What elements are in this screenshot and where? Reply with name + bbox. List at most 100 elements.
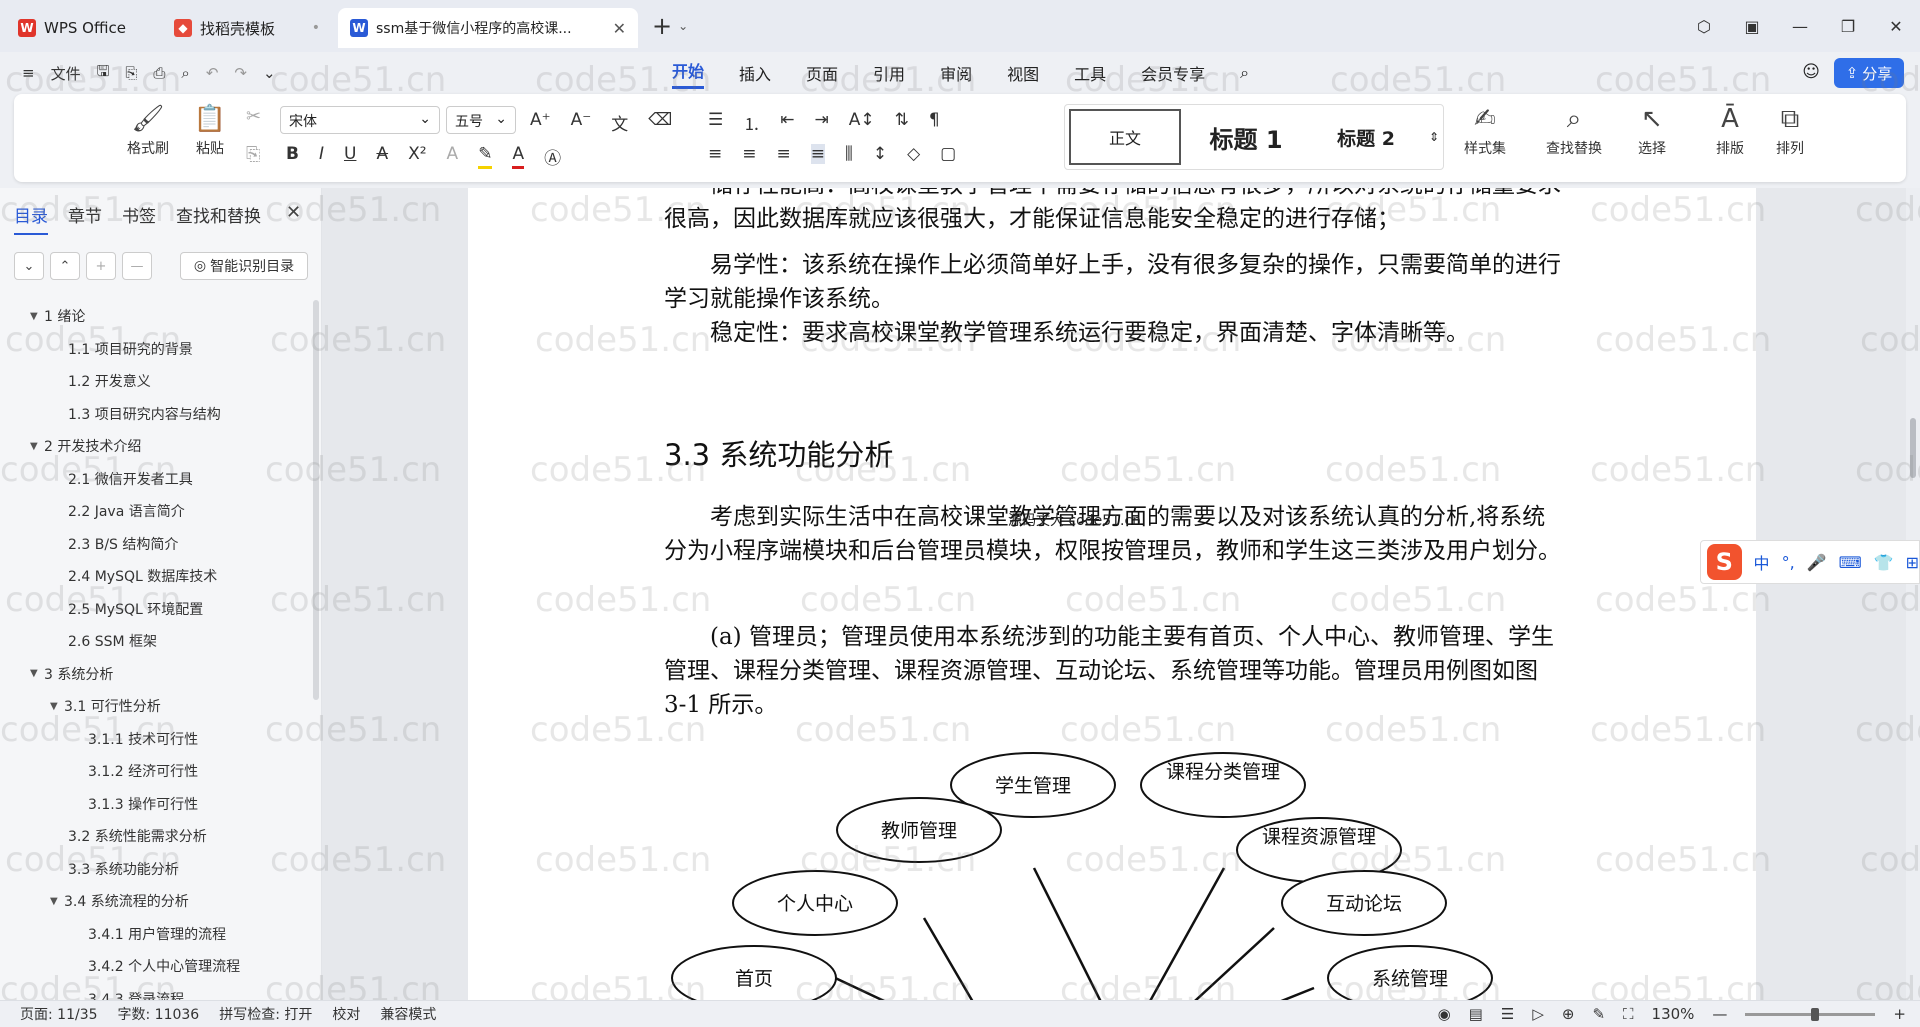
tab-tools[interactable]: 工具	[1074, 61, 1106, 85]
tab-view[interactable]: 视图	[1007, 61, 1039, 85]
expand-down-icon[interactable]: ⌄	[14, 252, 44, 280]
style-heading-2[interactable]: 标题 2	[1311, 124, 1421, 151]
word-count[interactable]: 字数: 11036	[118, 1004, 200, 1024]
toc-item[interactable]: ▼ 1 绪论	[0, 300, 318, 333]
superscript-icon[interactable]: X²	[408, 144, 426, 169]
bullet-list-icon[interactable]: ☰	[708, 110, 723, 135]
toc-item[interactable]: 3.2 系统性能需求分析	[0, 820, 318, 853]
paste-button[interactable]: 📋 粘贴	[180, 104, 240, 158]
clear-format-icon[interactable]: ⌫	[648, 110, 672, 135]
undo-icon[interactable]: ↶	[206, 64, 219, 82]
redo-icon[interactable]: ↷	[234, 64, 247, 82]
tab-bookmarks[interactable]: 书签	[122, 202, 156, 235]
microphone-icon[interactable]: 🎤	[1807, 553, 1827, 572]
align-right-icon[interactable]: ≡	[777, 144, 791, 164]
toc-item[interactable]: 3.4.1 用户管理的流程	[0, 918, 318, 951]
distribute-icon[interactable]: ⫼	[845, 144, 853, 164]
tab-review[interactable]: 审阅	[940, 61, 972, 85]
format-painter-button[interactable]: 🖌 格式刷	[118, 104, 178, 158]
pane-scrollbar[interactable]	[313, 300, 319, 700]
avatar[interactable]: ▣	[1728, 17, 1776, 36]
toc-item[interactable]: 2.3 B/S 结构简介	[0, 528, 318, 561]
cube-icon[interactable]: ⬡	[1680, 17, 1728, 36]
font-name-select[interactable]: 宋体 ⌄	[280, 106, 440, 134]
keyboard-icon[interactable]: ⌨	[1839, 553, 1862, 572]
align-center-icon[interactable]: ≡	[742, 144, 756, 164]
tab-wps-office[interactable]: W WPS Office	[6, 8, 156, 48]
text-direction-icon[interactable]: A↕	[849, 110, 875, 135]
tab-docer-templates[interactable]: ◆ 找稻壳模板 •	[162, 8, 332, 48]
page-view-icon[interactable]: ▤	[1469, 1005, 1483, 1023]
toc-item[interactable]: 1.2 开发意义	[0, 365, 318, 398]
toc-item[interactable]: ▼ 2 开发技术介绍	[0, 430, 318, 463]
skin-icon[interactable]: 👕	[1874, 553, 1894, 572]
close-pane-icon[interactable]: ✕	[286, 202, 301, 223]
tab-insert[interactable]: 插入	[739, 61, 771, 85]
shrink-font-icon[interactable]: A⁻	[571, 110, 592, 135]
toc-item[interactable]: 2.6 SSM 框架	[0, 625, 318, 658]
toc-item[interactable]: 1.1 项目研究的背景	[0, 333, 318, 366]
print-icon[interactable]: ⎙	[153, 64, 165, 82]
tab-toc[interactable]: 目录	[14, 202, 48, 235]
toc-item[interactable]: ▼ 3.4 系统流程的分析	[0, 885, 318, 918]
toc-item[interactable]: 2.2 Java 语言简介	[0, 495, 318, 528]
tab-page[interactable]: 页面	[806, 61, 838, 85]
style-set-button[interactable]: ✍ 样式集	[1450, 104, 1520, 158]
smart-toc-button[interactable]: ◎ 智能识别目录	[180, 252, 308, 280]
toc-item[interactable]: 2.4 MySQL 数据库技术	[0, 560, 318, 593]
font-size-select[interactable]: 五号 ⌄	[446, 106, 516, 134]
zoom-slider-knob[interactable]	[1811, 1007, 1820, 1021]
quick-access-dropdown-icon[interactable]: ⌄	[263, 64, 276, 82]
play-icon[interactable]: ▷	[1532, 1005, 1544, 1023]
outline-view-icon[interactable]: ☰	[1501, 1005, 1514, 1023]
document-page[interactable]: 储存性能高：高校课堂教学管理中需要存储的信息有很多，所以对系统的存储量要求很高，…	[468, 188, 1756, 1000]
expand-triangle-icon[interactable]: ▼	[30, 668, 44, 679]
pen-icon[interactable]: ✎	[1592, 1005, 1605, 1023]
style-normal[interactable]: 正文	[1069, 109, 1181, 165]
underline-icon[interactable]: U	[344, 144, 356, 169]
toc-item[interactable]: 1.3 项目研究内容与结构	[0, 398, 318, 431]
layout-button[interactable]: Ā 排版	[1702, 104, 1758, 158]
increase-indent-icon[interactable]: ⇥	[815, 110, 829, 135]
page-indicator[interactable]: 页面: 11/35	[20, 1004, 98, 1024]
proofread[interactable]: 校对	[332, 1004, 360, 1024]
ime-lang[interactable]: 中	[1754, 550, 1770, 574]
expand-triangle-icon[interactable]: ▼	[50, 896, 64, 907]
toc-item[interactable]: 3.4.2 个人中心管理流程	[0, 950, 318, 983]
tab-current-document[interactable]: W ssm基于微信小程序的高校课... ✕	[338, 8, 638, 48]
zoom-out-icon[interactable]: —	[1712, 1005, 1727, 1023]
shading-icon[interactable]: ◇	[907, 144, 920, 164]
chat-icon[interactable]: ☺	[1802, 62, 1820, 82]
file-menu[interactable]: 文件	[51, 63, 81, 84]
text-effect-icon[interactable]: A	[447, 144, 459, 169]
toc-item[interactable]: 2.1 微信开发者工具	[0, 463, 318, 496]
close-window-icon[interactable]: ✕	[1872, 17, 1920, 36]
eye-icon[interactable]: ◉	[1438, 1005, 1451, 1023]
show-marks-icon[interactable]: ¶	[929, 110, 940, 135]
tab-find-replace[interactable]: 查找和替换	[176, 202, 261, 235]
border-icon[interactable]: ▢	[940, 144, 956, 164]
search-icon[interactable]: ⌕	[1240, 63, 1249, 83]
decrease-indent-icon[interactable]: ⇤	[780, 110, 794, 135]
italic-icon[interactable]: I	[319, 144, 324, 169]
gallery-scroll-icon[interactable]: ⇕	[1429, 130, 1439, 144]
spell-check[interactable]: 拼写检查: 打开	[219, 1004, 312, 1024]
cut-icon[interactable]: ✂	[246, 106, 261, 127]
select-button[interactable]: ↖ 选择	[1622, 104, 1682, 158]
print-preview-icon[interactable]: ⌕	[181, 64, 189, 82]
expand-triangle-icon[interactable]: ▼	[30, 441, 44, 452]
save-icon[interactable]: 🖫	[97, 61, 110, 86]
expand-triangle-icon[interactable]: ▼	[50, 701, 64, 712]
document-scrollbar[interactable]	[1906, 188, 1920, 1000]
tab-chapters[interactable]: 章节	[68, 202, 102, 235]
strikethrough-icon[interactable]: A	[376, 144, 388, 169]
zoom-level[interactable]: 130%	[1652, 1005, 1695, 1023]
scrollbar-thumb[interactable]	[1910, 418, 1916, 478]
new-tab-icon[interactable]: +	[652, 12, 672, 40]
export-icon[interactable]: ⎘	[125, 64, 137, 82]
restore-icon[interactable]: ❐	[1824, 17, 1872, 36]
toc-item[interactable]: 3.1.1 技术可行性	[0, 723, 318, 756]
grow-font-icon[interactable]: A⁺	[530, 110, 551, 135]
arrange-button[interactable]: ⧉ 排列	[1762, 104, 1818, 158]
toc-item[interactable]: 3.3 系统功能分析	[0, 853, 318, 886]
